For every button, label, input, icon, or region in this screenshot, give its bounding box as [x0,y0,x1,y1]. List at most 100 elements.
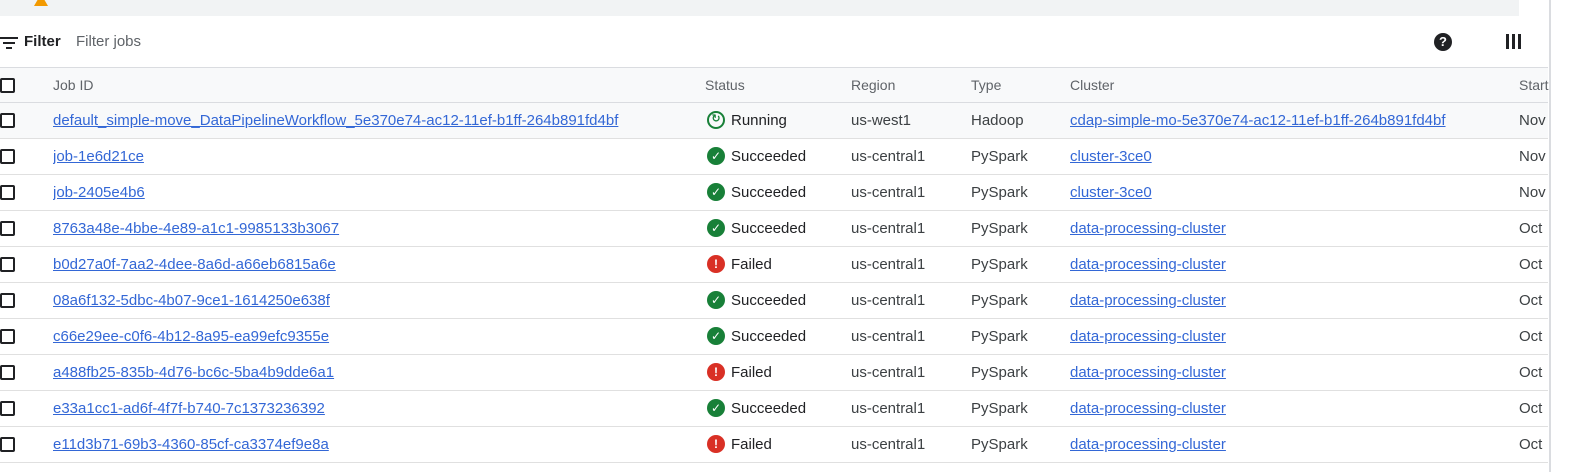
running-icon: ↻ [707,111,725,129]
filter-jobs-input[interactable] [70,27,482,55]
job-id-cell: default_simple-move_DataPipelineWorkflow… [53,103,693,138]
cluster-cell: cdap-simple-mo-5e370e74-ac12-11ef-b1ff-2… [1070,103,1510,138]
start-time-cell: Oct [1519,328,1543,345]
status-text: Failed [731,436,772,453]
table-header: Job ID Status Region Type Cluster Start [0,67,1549,103]
job-id-cell: e33a1cc1-ad6f-4f7f-b740-7c1373236392 [53,391,693,426]
start-time-cell: Oct [1519,292,1543,309]
row-checkbox[interactable] [0,329,15,344]
select-all-checkbox[interactable] [0,78,15,93]
table-row: c66e29ee-c0f6-4b12-8a95-ea99efc9355e ✓ Suc… [0,319,1548,355]
row-checkbox[interactable] [0,257,15,272]
cluster-link[interactable]: data-processing-cluster [1070,256,1226,273]
header-type[interactable]: Type [971,68,1066,103]
cluster-link[interactable]: data-processing-cluster [1070,400,1226,417]
check-circle-icon: ✓ [707,219,725,237]
row-checkbox[interactable] [0,113,15,128]
job-id-link[interactable]: e33a1cc1-ad6f-4f7f-b740-7c1373236392 [53,400,325,417]
region-cell: us-central1 [851,148,926,165]
table-row: job-2405e4b6 ✓ Succeeded us-central1 PySpark… [0,175,1548,211]
start-time-cell: Oct [1519,400,1543,417]
job-id-link[interactable]: job-2405e4b6 [53,184,145,201]
job-id-cell: job-2405e4b6 [53,175,693,210]
cluster-cell: data-processing-cluster [1070,355,1510,390]
table-row: 8763a48e-4bbe-4e89-a1c1-9985133b3067 ✓ Suc… [0,211,1548,247]
filter-bar: Filter ? [0,17,1548,67]
cluster-link[interactable]: data-processing-cluster [1070,328,1226,345]
table-row: b0d27a0f-7aa2-4dee-8a6d-a66eb6815a6e! Fai… [0,247,1548,283]
region-cell: us-central1 [851,436,926,453]
cluster-link[interactable]: cluster-3ce0 [1070,184,1152,201]
job-id-cell: c66e29ee-c0f6-4b12-8a95-ea99efc9355e [53,319,693,354]
region-cell: us-central1 [851,364,926,381]
job-id-link[interactable]: 8763a48e-4bbe-4e89-a1c1-9985133b3067 [53,220,339,237]
type-cell: PySpark [971,400,1028,417]
region-cell: us-central1 [851,400,926,417]
start-time-cell: Oct [1519,436,1543,453]
check-circle-icon: ✓ [707,399,725,417]
cluster-link[interactable]: data-processing-cluster [1070,220,1226,237]
job-id-link[interactable]: c66e29ee-c0f6-4b12-8a95-ea99efc9355e [53,328,329,345]
cluster-cell: data-processing-cluster [1070,319,1510,354]
table-body: default_simple-move_DataPipelineWorkflow… [0,103,1548,463]
row-checkbox[interactable] [0,437,15,452]
column-display-icon[interactable] [1506,34,1521,49]
table-row: e33a1cc1-ad6f-4f7f-b740-7c1373236392 ✓ Suc… [0,391,1548,427]
job-id-link[interactable]: default_simple-move_DataPipelineWorkflow… [53,112,618,129]
check-circle-icon: ✓ [707,291,725,309]
cluster-cell: data-processing-cluster [1070,427,1510,462]
jobs-table: Job ID Status Region Type Cluster Start … [0,67,1549,463]
cluster-cell: cluster-3ce0 [1070,175,1510,210]
row-checkbox[interactable] [0,149,15,164]
type-cell: PySpark [971,220,1028,237]
warning-banner [0,0,1519,16]
type-cell: PySpark [971,184,1028,201]
filter-list-icon[interactable] [0,35,18,49]
cluster-link[interactable]: data-processing-cluster [1070,292,1226,309]
header-job-id[interactable]: Job ID [53,68,693,103]
job-id-cell: 8763a48e-4bbe-4e89-a1c1-9985133b3067 [53,211,693,246]
cluster-link[interactable]: cdap-simple-mo-5e370e74-ac12-11ef-b1ff-2… [1070,112,1446,129]
status-text: Succeeded [731,184,807,201]
start-time-cell: Nov [1519,148,1546,165]
job-id-link[interactable]: job-1e6d21ce [53,148,144,165]
type-cell: PySpark [971,364,1028,381]
cluster-cell: cluster-3ce0 [1070,139,1510,174]
header-start[interactable]: Start [1519,68,1549,103]
error-icon: ! [707,363,725,381]
type-cell: PySpark [971,436,1028,453]
row-checkbox[interactable] [0,365,15,380]
cluster-link[interactable]: cluster-3ce0 [1070,148,1152,165]
region-cell: us-central1 [851,184,926,201]
header-status[interactable]: Status [705,68,845,103]
job-id-link[interactable]: e11d3b71-69b3-4360-85cf-ca3374ef9e8a [53,436,329,453]
type-cell: PySpark [971,256,1028,273]
start-time-cell: Oct [1519,364,1543,381]
header-region[interactable]: Region [851,68,966,103]
start-time-cell: Oct [1519,220,1543,237]
job-id-link[interactable]: a488fb25-835b-4d76-bc6c-5ba4b9dde6a1 [53,364,334,381]
cluster-link[interactable]: data-processing-cluster [1070,364,1226,381]
job-id-cell: job-1e6d21ce [53,139,693,174]
help-icon[interactable]: ? [1434,33,1452,51]
cluster-cell: data-processing-cluster [1070,283,1510,318]
vertical-divider [1549,0,1551,472]
job-id-link[interactable]: 08a6f132-5dbc-4b07-9ce1-1614250e638f [53,292,330,309]
row-checkbox[interactable] [0,185,15,200]
row-checkbox[interactable] [0,293,15,308]
status-text: Succeeded [731,148,807,165]
row-checkbox[interactable] [0,221,15,236]
table-row: job-1e6d21ce ✓ Succeeded us-central1 PySpark… [0,139,1548,175]
job-id-link[interactable]: b0d27a0f-7aa2-4dee-8a6d-a66eb6815a6e [53,256,336,273]
cluster-link[interactable]: data-processing-cluster [1070,436,1226,453]
row-checkbox[interactable] [0,401,15,416]
header-cluster[interactable]: Cluster [1070,68,1510,103]
filter-label[interactable]: Filter [24,33,61,50]
job-id-cell: 08a6f132-5dbc-4b07-9ce1-1614250e638f [53,283,693,318]
table-row: default_simple-move_DataPipelineWorkflow… [0,103,1548,139]
region-cell: us-central1 [851,220,926,237]
warning-icon [34,0,48,6]
region-cell: us-central1 [851,256,926,273]
cluster-cell: data-processing-cluster [1070,247,1510,282]
status-text: Succeeded [731,292,807,309]
